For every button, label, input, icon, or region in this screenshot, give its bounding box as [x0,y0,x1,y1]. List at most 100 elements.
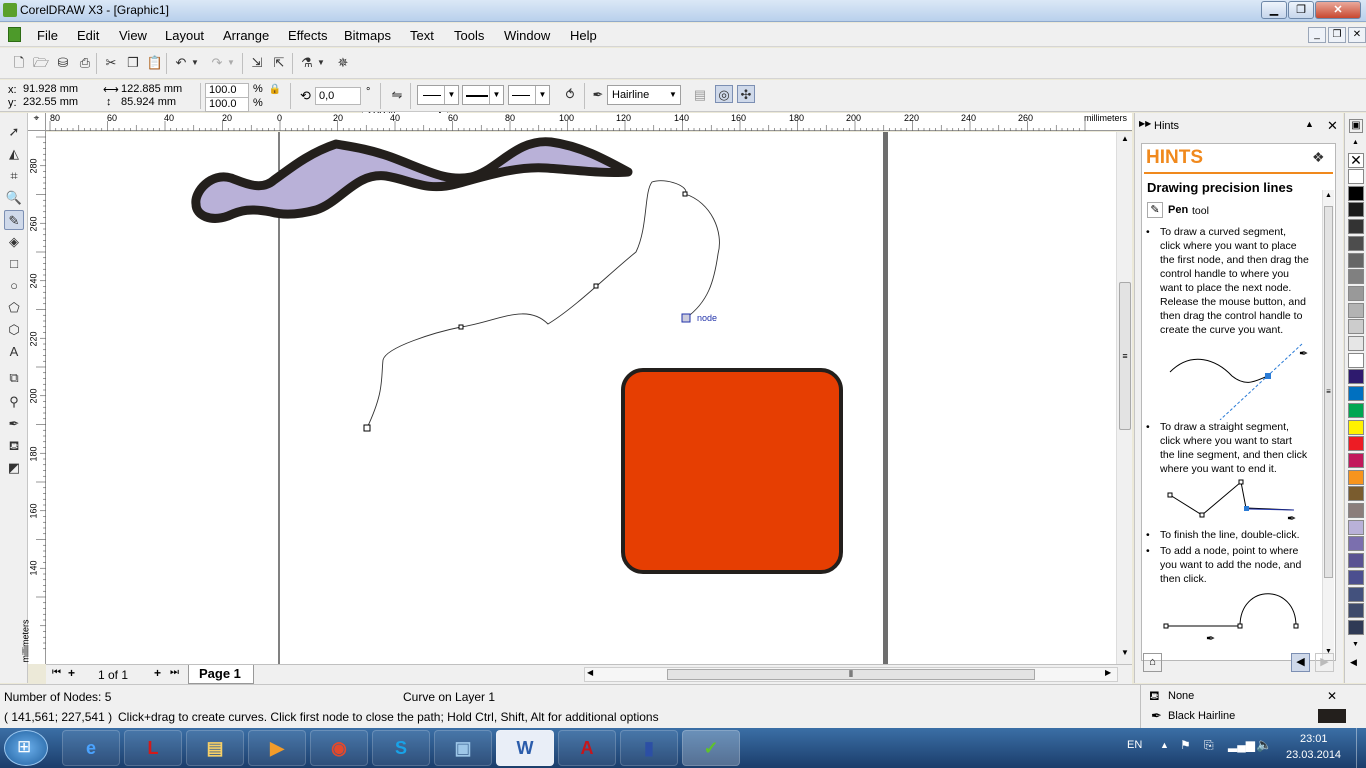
chevron-down-icon[interactable]: ▼ [666,86,680,104]
eyedropper-tool-icon[interactable]: ⚲ [4,392,24,412]
ie-taskbar-icon[interactable]: e [62,730,120,766]
smart-fill-tool-icon[interactable]: ◈ [4,232,24,252]
basic-shapes-tool-icon[interactable]: ⬡ [4,320,24,340]
bezier-mode-icon[interactable]: ◎ [715,85,733,103]
menu-view[interactable]: View [119,28,147,43]
hints-home-icon[interactable]: ⌂ [1143,653,1162,672]
chevron-down-icon[interactable]: ▼ [489,86,503,104]
launcher-dropdown-icon[interactable]: ▼ [316,54,326,72]
outline-color-swatch[interactable] [1318,709,1346,723]
ruler-origin-icon[interactable]: ⌖ [28,113,46,131]
color-swatch[interactable] [1348,586,1364,602]
horizontal-scrollbar[interactable]: ◀ ⦀ ▶ [584,667,1118,682]
pick-tool-icon[interactable]: ➚ [4,122,24,142]
color-swatch[interactable] [1348,202,1364,218]
color-swatch[interactable] [1348,235,1364,251]
add-page-after-icon[interactable]: + [154,666,161,680]
color-swatch[interactable] [1348,486,1364,502]
acrobat-taskbar-icon[interactable]: A [558,730,616,766]
color-swatch[interactable] [1348,302,1364,318]
polygon-tool-icon[interactable]: ⬠ [4,298,24,318]
language-indicator[interactable]: EN [1127,739,1142,751]
tray-network-icon[interactable]: ▂▄▆ [1228,738,1255,752]
start-arrowhead-select[interactable]: ▼ [417,85,459,105]
color-swatch[interactable] [1348,319,1364,335]
lock-ratio-icon[interactable]: 🔒 [268,83,282,97]
scroll-down-icon[interactable]: ▼ [1119,648,1131,660]
color-swatch[interactable] [1348,603,1364,619]
outline-tool-icon[interactable]: ✒ [4,414,24,434]
close-button[interactable]: ✕ [1315,1,1361,19]
color-swatch[interactable] [1348,503,1364,518]
text-tool-icon[interactable]: A [4,342,24,362]
menu-effects[interactable]: Effects [288,28,328,43]
tray-device-icon[interactable]: ⎘ [1204,738,1214,753]
chrome-taskbar-icon[interactable]: ◉ [310,730,368,766]
open-icon[interactable]: 🗁 [32,54,50,72]
preview-mode-icon[interactable]: ✣ [737,85,755,103]
drawing-canvas[interactable]: node [46,132,1116,664]
cut-icon[interactable]: ✂ [102,54,120,72]
palette-down-icon[interactable]: ▼ [1352,641,1359,648]
palette-options-icon[interactable]: ▣ [1349,119,1363,133]
hints-scroll-thumb[interactable]: ≡ [1324,206,1333,578]
color-swatch[interactable] [1348,185,1364,201]
pen-tool-icon[interactable]: ✎ [4,210,24,230]
hints-forward-icon[interactable]: ▶ [1315,653,1334,672]
paste-icon[interactable]: 📋 [146,54,164,72]
menu-edit[interactable]: Edit [77,28,99,43]
clock-time[interactable]: 23:01 [1300,733,1328,745]
photo-viewer-taskbar-icon[interactable]: ▣ [434,730,492,766]
y-position-field[interactable]: 232.55 mm [20,96,96,111]
rectangle-tool-icon[interactable]: □ [4,254,24,274]
doc-close-button[interactable]: ✕ [1348,27,1366,43]
color-swatch[interactable] [1348,369,1364,385]
coreldraw-taskbar-icon[interactable]: ✓ [682,730,740,766]
horizontal-ruler[interactable]: 80 60 40 20 0 20 40 60 80 100 120 140 16… [46,113,1132,131]
color-swatch[interactable] [1348,436,1364,452]
menu-file[interactable]: File [37,28,58,43]
scale-x-field[interactable]: 100.0 [205,83,249,98]
crop-tool-icon[interactable]: ⌗ [4,166,24,186]
menu-text[interactable]: Text [410,28,434,43]
docker-close-icon[interactable]: ✕ [1327,118,1338,134]
color-swatch[interactable] [1348,419,1364,435]
color-swatch[interactable] [1348,469,1364,485]
print-icon[interactable]: ⎙ [76,54,94,72]
color-swatch[interactable] [1348,553,1364,569]
scale-y-field[interactable]: 100.0 [205,97,249,112]
shape-tool-icon[interactable]: ◭ [4,144,24,164]
maximize-button[interactable]: ❐ [1288,1,1314,19]
doc-restore-button[interactable]: ❐ [1328,27,1346,43]
line-style-select[interactable]: ▼ [462,85,504,105]
color-swatch[interactable] [1348,386,1364,402]
vertical-ruler[interactable]: 280 260 240 220 200 180 160 140 millimet… [21,131,46,664]
minimize-button[interactable]: ▁ [1261,1,1287,19]
skype-taskbar-icon[interactable]: S [372,730,430,766]
show-desktop-button[interactable] [1356,728,1366,768]
color-swatch[interactable] [1348,252,1364,268]
redo-dropdown-icon[interactable]: ▼ [226,54,236,72]
no-fill-swatch[interactable]: ✕ [1348,153,1364,168]
undo-icon[interactable]: ↶ [172,54,190,72]
color-swatch[interactable] [1348,285,1364,301]
menu-help[interactable]: Help [570,28,597,43]
chevron-down-icon[interactable]: ▼ [535,86,549,104]
save-icon[interactable]: ⛁ [54,54,72,72]
color-swatch[interactable] [1348,336,1364,351]
import-icon[interactable]: ⇲ [248,54,266,72]
explorer-taskbar-icon[interactable]: ▤ [186,730,244,766]
color-swatch[interactable] [1348,402,1364,418]
application-launcher-icon[interactable]: ⚗ [298,54,316,72]
menu-tools[interactable]: Tools [454,28,484,43]
add-page-before-icon[interactable]: + [68,666,75,680]
interactive-blend-tool-icon[interactable]: ⧉ [4,368,24,388]
media-player-taskbar-icon[interactable]: ▶ [248,730,306,766]
color-swatch[interactable] [1348,219,1364,235]
scroll-left-icon[interactable]: ◀ [587,668,593,677]
word-taskbar-icon[interactable]: W [496,730,554,766]
clock-date[interactable]: 23.03.2014 [1286,749,1341,761]
wrap-text-icon[interactable]: ▤ [691,86,709,104]
color-swatch[interactable] [1348,619,1364,635]
vertical-scrollbar[interactable]: ▲ ≡ ▼ [1116,132,1132,664]
